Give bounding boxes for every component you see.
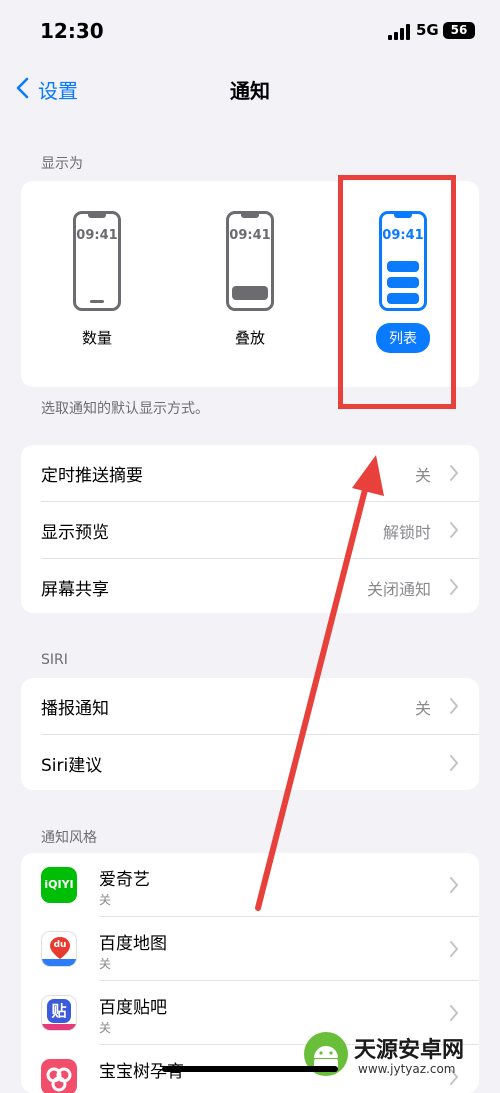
- watermark: 天源安卓网 www.jytyaz.com: [300, 1028, 500, 1082]
- annotation-arrow-icon: [255, 455, 384, 911]
- watermark-url: www.jytyaz.com: [358, 1062, 456, 1076]
- watermark-name: 天源安卓网: [354, 1038, 465, 1063]
- home-indicator: [162, 1066, 338, 1072]
